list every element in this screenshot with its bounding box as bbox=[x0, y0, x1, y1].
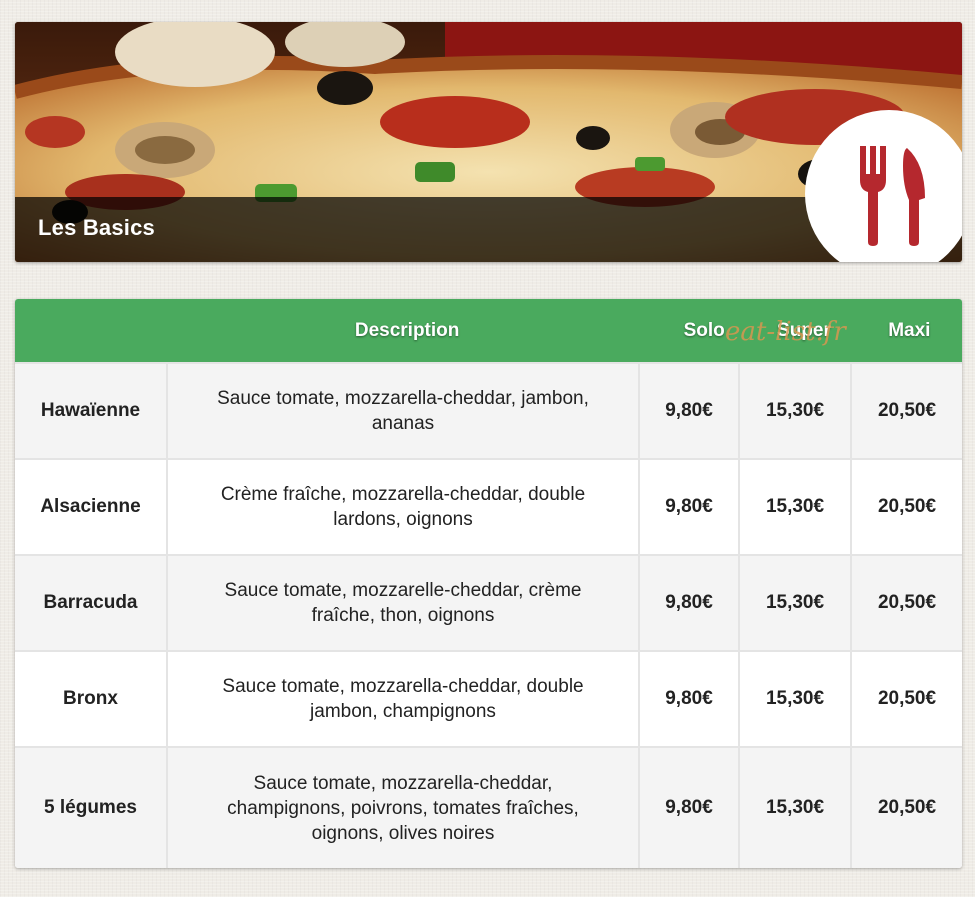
fork-knife-icon bbox=[860, 146, 925, 246]
table-row: Alsacienne Crème fraîche, mozzarella-che… bbox=[15, 458, 962, 554]
price-super: 15,30€ bbox=[738, 364, 850, 458]
pizza-name: Alsacienne bbox=[40, 496, 141, 517]
price-maxi: 20,50€ bbox=[850, 748, 962, 868]
price-super: 15,30€ bbox=[738, 652, 850, 746]
pizza-name: Barracuda bbox=[43, 592, 138, 613]
table-header: Description Solo Super Maxi eat-list.fr bbox=[15, 299, 962, 362]
header-name bbox=[15, 299, 157, 362]
price-solo: 9,80€ bbox=[638, 364, 738, 458]
price-maxi: 20,50€ bbox=[850, 460, 962, 554]
pizza-description: Crème fraîche, mozzarella-cheddar, doubl… bbox=[166, 460, 638, 554]
header-maxi: Maxi bbox=[888, 319, 931, 341]
category-banner: Les Basics bbox=[15, 22, 962, 262]
menu-table: Description Solo Super Maxi eat-list.fr … bbox=[15, 299, 962, 868]
header-super: Super bbox=[777, 319, 831, 341]
price-super: 15,30€ bbox=[738, 556, 850, 650]
pizza-description: Sauce tomate, mozzarella-cheddar, double… bbox=[166, 652, 638, 746]
header-description: Description bbox=[354, 320, 460, 341]
category-title: Les Basics bbox=[38, 215, 155, 240]
price-solo: 9,80€ bbox=[638, 460, 738, 554]
pizza-name: Bronx bbox=[63, 688, 118, 709]
price-super: 15,30€ bbox=[738, 748, 850, 868]
price-super: 15,30€ bbox=[738, 460, 850, 554]
price-solo: 9,80€ bbox=[638, 556, 738, 650]
price-maxi: 20,50€ bbox=[850, 556, 962, 650]
table-row: 5 légumes Sauce tomate, mozzarella-chedd… bbox=[15, 746, 962, 868]
pizza-description: Sauce tomate, mozzarella-cheddar, jambon… bbox=[166, 364, 638, 458]
pizza-description: Sauce tomate, mozzarella-cheddar, champi… bbox=[166, 748, 638, 868]
table-row: Hawaïenne Sauce tomate, mozzarella-chedd… bbox=[15, 362, 962, 458]
price-solo: 9,80€ bbox=[638, 748, 738, 868]
table-row: Bronx Sauce tomate, mozzarella-cheddar, … bbox=[15, 650, 962, 746]
pizza-description: Sauce tomate, mozzarelle-cheddar, crème … bbox=[166, 556, 638, 650]
table-row: Barracuda Sauce tomate, mozzarelle-chedd… bbox=[15, 554, 962, 650]
pizza-name: 5 légumes bbox=[44, 797, 137, 818]
header-solo: Solo bbox=[683, 319, 725, 341]
pizza-name: Hawaïenne bbox=[40, 400, 141, 421]
price-maxi: 20,50€ bbox=[850, 652, 962, 746]
price-solo: 9,80€ bbox=[638, 652, 738, 746]
price-maxi: 20,50€ bbox=[850, 364, 962, 458]
